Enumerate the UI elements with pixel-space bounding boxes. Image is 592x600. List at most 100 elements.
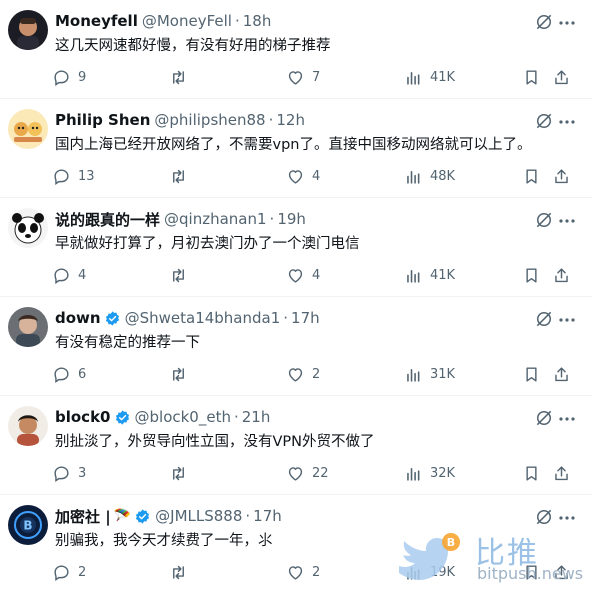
reply-button[interactable]: 9: [52, 66, 86, 88]
share-button[interactable]: [552, 462, 571, 484]
retweet-button[interactable]: [169, 561, 195, 583]
share-icon: [555, 366, 568, 381]
share-button[interactable]: [552, 66, 571, 88]
bookmark-icon: [526, 267, 537, 283]
user-handle[interactable]: @philipshen88: [154, 111, 265, 129]
verified-badge-icon: [136, 508, 150, 524]
mute-icon[interactable]: [534, 309, 554, 329]
mute-icon[interactable]: [534, 408, 554, 428]
user-handle[interactable]: @JMLLS888: [155, 507, 242, 525]
retweet-button[interactable]: [169, 363, 195, 385]
timestamp[interactable]: 17h: [253, 507, 282, 525]
avatar[interactable]: [8, 10, 48, 50]
views-button[interactable]: 41K: [404, 264, 455, 286]
share-icon: [555, 69, 568, 84]
more-icon[interactable]: [558, 317, 576, 323]
bookmark-button[interactable]: [522, 462, 541, 484]
tweet-header: 加密社 | 🪂 @JMLLS888 · 17h: [55, 506, 282, 526]
user-handle[interactable]: @MoneyFell: [142, 12, 232, 30]
reply-count: 9: [78, 69, 87, 85]
display-name[interactable]: down: [55, 309, 101, 327]
bookmark-button[interactable]: [522, 363, 541, 385]
like-button[interactable]: 4: [286, 264, 320, 286]
display-name[interactable]: 说的跟真的一样: [55, 209, 160, 230]
tweet-header: Moneyfell @MoneyFell · 18h: [55, 11, 271, 31]
tweet-2[interactable]: 说的跟真的一样 @qinzhanan1 · 19h 早就做好打算了，月初去澳门办…: [0, 198, 592, 297]
mute-icon[interactable]: [534, 507, 554, 527]
like-count: 7: [312, 69, 321, 85]
timestamp[interactable]: 19h: [277, 210, 306, 228]
bookmark-button[interactable]: [522, 264, 541, 286]
mute-icon[interactable]: [534, 210, 554, 230]
tweet-0[interactable]: Moneyfell @MoneyFell · 18h 这几天网速都好慢，有没有好…: [0, 0, 592, 99]
more-icon[interactable]: [558, 20, 576, 26]
views-button[interactable]: 32K: [404, 462, 455, 484]
bookmark-button[interactable]: [522, 165, 541, 187]
avatar[interactable]: [8, 208, 48, 248]
tweet-text: 有没有稳定的推荐一下: [55, 335, 200, 351]
like-button[interactable]: 2: [286, 561, 320, 583]
views-icon: [407, 170, 420, 184]
bookmark-button[interactable]: [522, 66, 541, 88]
retweet-button[interactable]: [169, 66, 195, 88]
like-count: 22: [312, 465, 329, 481]
more-icon[interactable]: [558, 416, 576, 422]
tweet-3[interactable]: down @Shweta14bhanda1 · 17h 有没有稳定的推荐一下 6…: [0, 297, 592, 396]
svg-text:B: B: [447, 536, 455, 549]
bitpush-watermark: B 比推 bitpush.news: [395, 528, 583, 588]
reply-count: 4: [78, 267, 87, 283]
timestamp[interactable]: 21h: [242, 408, 271, 426]
views-button[interactable]: 31K: [404, 363, 455, 385]
avatar[interactable]: [8, 109, 48, 149]
more-icon[interactable]: [558, 515, 576, 521]
tweet-4[interactable]: block0 @block0_eth · 21h 别扯淡了，外贸导向性立国，没有…: [0, 396, 592, 495]
separator-dot: ·: [283, 309, 289, 327]
display-name[interactable]: block0: [55, 408, 111, 426]
user-handle[interactable]: @qinzhanan1: [164, 210, 267, 228]
timestamp[interactable]: 18h: [243, 12, 272, 30]
like-button[interactable]: 2: [286, 363, 320, 385]
retweet-icon: [173, 466, 184, 480]
reply-feed: Moneyfell @MoneyFell · 18h 这几天网速都好慢，有没有好…: [0, 0, 592, 600]
mute-icon[interactable]: [534, 111, 554, 131]
views-button[interactable]: 48K: [404, 165, 455, 187]
bitpush-bird-icon: B: [399, 533, 460, 580]
timestamp[interactable]: 17h: [291, 309, 320, 327]
like-button[interactable]: 22: [286, 462, 329, 484]
reply-button[interactable]: 3: [52, 462, 86, 484]
retweet-button[interactable]: [169, 165, 195, 187]
views-button[interactable]: 41K: [404, 66, 455, 88]
share-icon: [555, 168, 568, 183]
reply-button[interactable]: 6: [52, 363, 86, 385]
share-button[interactable]: [552, 165, 571, 187]
tweet-header: block0 @block0_eth · 21h: [55, 407, 270, 427]
user-handle[interactable]: @Shweta14bhanda1: [125, 309, 281, 327]
verified-badge-icon: [105, 310, 119, 326]
more-icon[interactable]: [558, 119, 576, 125]
reply-count: 2: [78, 564, 87, 580]
avatar[interactable]: B: [8, 505, 48, 545]
user-handle[interactable]: @block0_eth: [135, 408, 231, 426]
retweet-button[interactable]: [169, 462, 195, 484]
tweet-1[interactable]: Philip Shen @philipshen88 · 12h 国内上海已经开放…: [0, 99, 592, 198]
views-count: 41K: [430, 267, 456, 283]
share-button[interactable]: [552, 363, 571, 385]
timestamp[interactable]: 12h: [276, 111, 305, 129]
mute-icon[interactable]: [534, 12, 554, 32]
reply-icon: [54, 69, 69, 86]
display-name[interactable]: 加密社 |: [55, 506, 111, 527]
avatar[interactable]: [8, 406, 48, 446]
more-icon[interactable]: [558, 218, 576, 224]
like-button[interactable]: 4: [286, 165, 320, 187]
reply-button[interactable]: 13: [52, 165, 95, 187]
share-button[interactable]: [552, 264, 571, 286]
avatar[interactable]: [8, 307, 48, 347]
action-bar: 13 4 48K: [52, 165, 577, 187]
display-name[interactable]: Moneyfell: [55, 12, 138, 30]
retweet-button[interactable]: [169, 264, 195, 286]
reply-button[interactable]: 2: [52, 561, 86, 583]
reply-button[interactable]: 4: [52, 264, 86, 286]
like-button[interactable]: 7: [286, 66, 320, 88]
display-name[interactable]: Philip Shen: [55, 111, 150, 129]
tweet-text: 国内上海已经开放网络了，不需要vpn了。直接中国移动网络就可以上了。: [55, 137, 532, 153]
